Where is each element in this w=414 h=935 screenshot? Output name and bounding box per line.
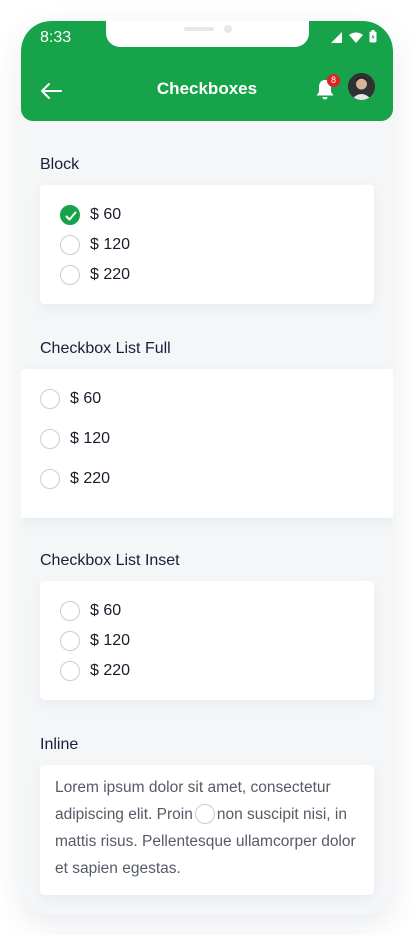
inline-paragraph: Lorem ipsum dolor sit amet, consectetur …	[55, 774, 370, 882]
checkbox[interactable]	[60, 265, 80, 285]
list-inset-option-60[interactable]: $ 60	[60, 601, 121, 621]
checkbox[interactable]	[60, 631, 80, 651]
checkbox[interactable]	[40, 389, 60, 409]
option-label: $ 120	[70, 430, 111, 447]
app-header: 8:33 Checkboxes 8	[21, 21, 393, 121]
phone-frame: 8:33 Checkboxes 8 Block $ 60 $ 120 $ 220…	[21, 21, 393, 915]
checkbox[interactable]	[40, 429, 60, 449]
checkbox[interactable]	[40, 469, 60, 489]
list-inset-option-220[interactable]: $ 220	[60, 661, 130, 681]
option-label: $ 220	[90, 266, 131, 283]
list-full-option-60[interactable]: $ 60	[40, 389, 101, 409]
block-option-120[interactable]: $ 120	[60, 235, 130, 255]
checkbox[interactable]	[60, 661, 80, 681]
section-title-list-full: Checkbox List Full	[40, 340, 171, 357]
section-title-inline: Inline	[40, 736, 79, 753]
block-option-220[interactable]: $ 220	[60, 265, 130, 285]
wifi-icon	[349, 30, 363, 48]
checkbox[interactable]	[60, 601, 80, 621]
front-camera	[224, 25, 232, 33]
list-full-option-220[interactable]: $ 220	[40, 469, 110, 489]
list-inset-card: $ 60 $ 120 $ 220	[40, 581, 374, 700]
speaker-grille	[184, 27, 214, 31]
option-label: $ 220	[90, 662, 131, 679]
section-title-list-inset: Checkbox List Inset	[40, 552, 180, 569]
device-notch	[106, 21, 309, 47]
checkbox-checked[interactable]	[60, 205, 80, 225]
list-full-option-120[interactable]: $ 120	[40, 429, 110, 449]
option-label: $ 220	[70, 470, 111, 487]
option-label: $ 120	[90, 236, 131, 253]
list-inset-option-120[interactable]: $ 120	[60, 631, 130, 651]
check-icon	[65, 211, 77, 221]
status-icons	[331, 30, 377, 48]
signal-icon	[331, 30, 343, 48]
section-title-block: Block	[40, 156, 80, 173]
notification-badge: 8	[327, 74, 340, 87]
block-option-60[interactable]: $ 60	[60, 205, 121, 225]
inline-checkbox[interactable]	[194, 804, 215, 824]
option-label: $ 60	[70, 390, 102, 407]
option-label: $ 60	[90, 602, 122, 619]
battery-icon	[369, 30, 377, 48]
status-time: 8:33	[40, 29, 72, 46]
checkbox[interactable]	[60, 235, 80, 255]
avatar[interactable]	[348, 73, 375, 100]
option-label: $ 60	[90, 206, 122, 223]
option-label: $ 120	[90, 632, 131, 649]
inline-card: Lorem ipsum dolor sit amet, consectetur …	[40, 765, 374, 895]
block-card: $ 60 $ 120 $ 220	[40, 185, 374, 304]
list-full-card: $ 60 $ 120 $ 220	[21, 369, 393, 518]
